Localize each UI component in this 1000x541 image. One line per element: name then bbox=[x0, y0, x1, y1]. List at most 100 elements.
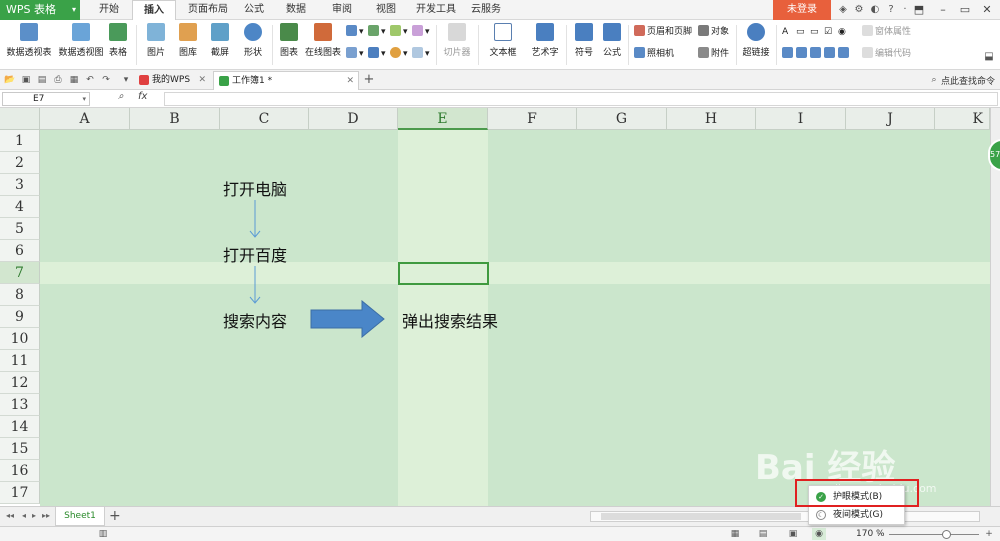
textbox-button[interactable]: 文本框 bbox=[484, 23, 522, 58]
edit-code-button[interactable]: 编辑代码 bbox=[862, 47, 911, 61]
slicer-button[interactable]: 切片器 bbox=[442, 23, 472, 58]
tab-formulas[interactable]: 公式 bbox=[238, 0, 270, 20]
row-header-7[interactable]: 7 bbox=[0, 262, 40, 284]
down-arrow-1[interactable] bbox=[248, 200, 262, 240]
right-block-arrow[interactable] bbox=[310, 300, 386, 338]
fx-icon[interactable]: fx bbox=[138, 91, 147, 102]
help-icon[interactable]: ? bbox=[884, 3, 898, 17]
export-pdf-icon[interactable]: ▤ bbox=[36, 74, 48, 86]
last-sheet-icon[interactable]: ▸▸ bbox=[42, 511, 50, 520]
user-icon[interactable]: ◐ bbox=[868, 3, 882, 17]
column-header-k[interactable]: K bbox=[935, 108, 990, 130]
settings-icon[interactable]: ⚙ bbox=[852, 3, 866, 17]
column-chart-icon[interactable]: ▾ bbox=[346, 25, 364, 39]
active-cell-e7[interactable] bbox=[398, 262, 489, 285]
pivot-chart-button[interactable]: 数据透视图 bbox=[58, 23, 104, 58]
picture-button[interactable]: 图片 bbox=[142, 23, 170, 58]
row-header-14[interactable]: 14 bbox=[0, 416, 40, 438]
row-header-3[interactable]: 3 bbox=[0, 174, 40, 196]
form-properties-button[interactable]: 窗体属性 bbox=[862, 25, 911, 39]
column-header-j[interactable]: J bbox=[846, 108, 935, 130]
area-chart-icon[interactable]: ▾ bbox=[346, 47, 364, 61]
screenshot-button[interactable]: 截屏 bbox=[206, 23, 234, 58]
checkbox-control-icon[interactable]: ☑ bbox=[824, 25, 832, 39]
first-sheet-icon[interactable]: ◂◂ bbox=[6, 511, 14, 520]
zoom-in-icon[interactable]: + bbox=[982, 528, 996, 540]
combobox-control-icon[interactable] bbox=[796, 47, 809, 61]
row-header-10[interactable]: 10 bbox=[0, 328, 40, 350]
zoom-slider-knob[interactable] bbox=[942, 530, 951, 539]
flow-step-open-baidu[interactable]: 打开百度 bbox=[223, 242, 287, 266]
formula-input[interactable] bbox=[164, 92, 998, 106]
column-header-d[interactable]: D bbox=[309, 108, 398, 130]
tab-workbook1[interactable]: 工作簿1 * ✕ bbox=[213, 71, 359, 90]
other-chart-icon[interactable]: ▾ bbox=[412, 25, 430, 39]
radio-control-icon[interactable]: ◉ bbox=[838, 25, 846, 39]
button-control-icon[interactable]: ▭ bbox=[810, 25, 819, 39]
chevron-down-icon[interactable]: ▾ bbox=[82, 93, 86, 106]
gallery-button[interactable]: 图库 bbox=[174, 23, 202, 58]
hyperlink-button[interactable]: 超链接 bbox=[740, 23, 772, 58]
name-box[interactable]: E7 ▾ bbox=[2, 92, 90, 106]
row-header-8[interactable]: 8 bbox=[0, 284, 40, 306]
tab-page-layout[interactable]: 页面布局 bbox=[180, 0, 236, 20]
preview-icon[interactable]: ▦ bbox=[68, 74, 80, 86]
macro-icon[interactable]: ▥ bbox=[96, 528, 110, 540]
online-chart-button[interactable]: 在线图表 bbox=[304, 23, 342, 58]
tab-view[interactable]: 视图 bbox=[370, 0, 402, 20]
flow-result[interactable]: 弹出搜索结果 bbox=[402, 308, 498, 332]
formula-button[interactable]: 公式 bbox=[600, 23, 624, 58]
flow-step-open-computer[interactable]: 打开电脑 bbox=[223, 176, 287, 200]
tab-data[interactable]: 数据 bbox=[280, 0, 312, 20]
row-header-5[interactable]: 5 bbox=[0, 218, 40, 240]
column-header-b[interactable]: B bbox=[130, 108, 220, 130]
select-all-corner[interactable] bbox=[0, 108, 40, 130]
tab-insert[interactable]: 插入 bbox=[132, 0, 176, 20]
close-icon[interactable]: ✕ bbox=[976, 0, 998, 20]
symbol-button[interactable]: 符号 bbox=[570, 23, 598, 58]
redo-icon[interactable]: ↷ bbox=[100, 74, 112, 86]
open-icon[interactable]: 📂 bbox=[4, 74, 16, 86]
wordart-button[interactable]: 艺术字 bbox=[526, 23, 564, 58]
header-footer-button[interactable]: 页眉和页脚 bbox=[634, 25, 692, 39]
column-header-i[interactable]: I bbox=[756, 108, 846, 130]
page-break-view-icon[interactable]: ▣ bbox=[786, 528, 800, 540]
tab-developer[interactable]: 开发工具 bbox=[412, 0, 460, 20]
save-icon[interactable]: ▣ bbox=[20, 74, 32, 86]
column-header-h[interactable]: H bbox=[667, 108, 756, 130]
add-sheet-icon[interactable]: + bbox=[109, 508, 121, 524]
bar-chart-icon[interactable]: ▾ bbox=[368, 47, 386, 61]
prev-sheet-icon[interactable]: ◂ bbox=[22, 511, 26, 520]
column-header-e[interactable]: E bbox=[398, 108, 488, 130]
ribbon-collapse-icon[interactable]: ⬒ bbox=[908, 0, 930, 20]
row-header-15[interactable]: 15 bbox=[0, 438, 40, 460]
app-menu-button[interactable]: WPS 表格 ▾ bbox=[0, 0, 80, 20]
frame-control-icon[interactable]: ▭ bbox=[796, 25, 805, 39]
chart-button[interactable]: 图表 bbox=[276, 23, 302, 58]
listbox-control-icon[interactable] bbox=[782, 47, 795, 61]
row-header-1[interactable]: 1 bbox=[0, 130, 40, 152]
next-sheet-icon[interactable]: ▸ bbox=[32, 511, 36, 520]
command-search[interactable]: 点此查找命令 bbox=[941, 74, 995, 87]
maximize-icon[interactable]: ▭ bbox=[954, 0, 976, 20]
pivot-table-button[interactable]: 数据透视表 bbox=[6, 23, 52, 58]
line-chart-icon[interactable]: ▾ bbox=[368, 25, 386, 39]
row-header-9[interactable]: 9 bbox=[0, 306, 40, 328]
close-tab-icon[interactable]: ✕ bbox=[198, 71, 206, 89]
row-header-13[interactable]: 13 bbox=[0, 394, 40, 416]
column-header-c[interactable]: C bbox=[220, 108, 309, 130]
minimize-icon[interactable]: – bbox=[932, 0, 954, 20]
page-layout-view-icon[interactable]: ▤ bbox=[756, 528, 770, 540]
down-arrow-2[interactable] bbox=[248, 266, 262, 306]
column-header-f[interactable]: F bbox=[488, 108, 577, 130]
row-header-17[interactable]: 17 bbox=[0, 482, 40, 504]
scrollbar-control-icon[interactable] bbox=[810, 47, 823, 61]
customize-chevron-icon[interactable]: ▾ bbox=[120, 74, 132, 86]
print-icon[interactable]: ⎙ bbox=[52, 74, 64, 86]
pie-chart-icon[interactable]: ▾ bbox=[390, 47, 408, 61]
horizontal-scrollbar[interactable] bbox=[590, 511, 980, 522]
zoom-lens-icon[interactable]: ⌕ bbox=[118, 91, 124, 102]
login-button[interactable]: 未登录 bbox=[773, 0, 831, 20]
table-button[interactable]: 表格 bbox=[106, 23, 130, 58]
camera-button[interactable]: 照相机 bbox=[634, 47, 674, 61]
